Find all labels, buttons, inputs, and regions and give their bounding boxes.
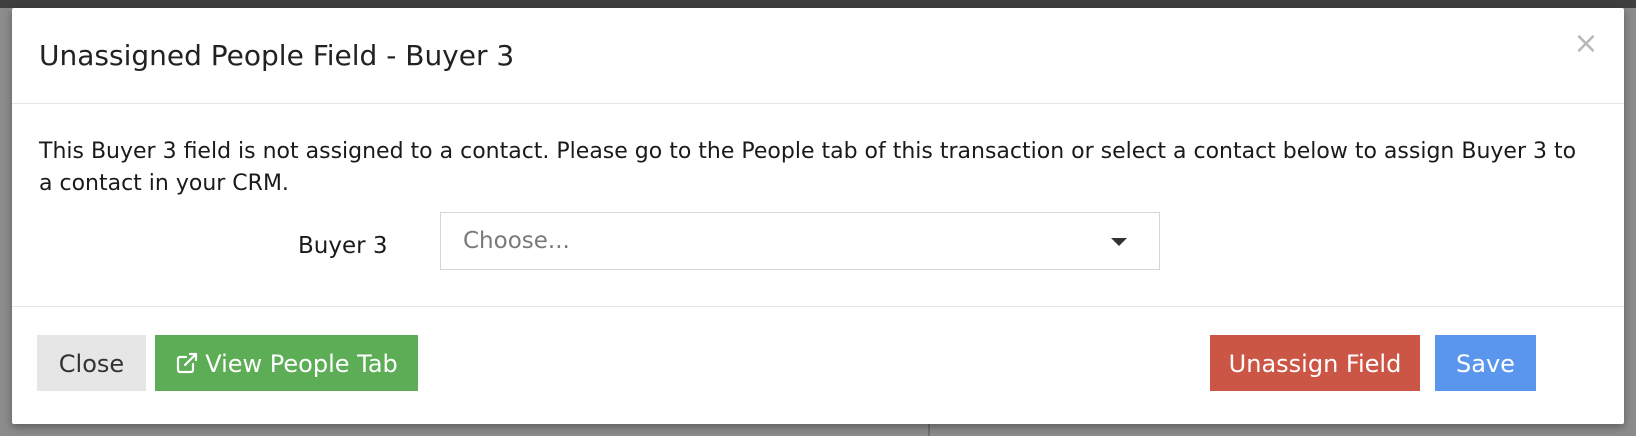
contact-select-value: Choose... [463, 228, 570, 254]
buyer-field-label: Buyer 3 [298, 233, 388, 259]
unassign-field-button[interactable]: Unassign Field [1210, 335, 1420, 391]
view-people-tab-label: View People Tab [205, 350, 398, 378]
unassign-field-label: Unassign Field [1228, 350, 1402, 378]
modal-body: This Buyer 3 field is not assigned to a … [12, 104, 1624, 307]
view-people-tab-button[interactable]: View People Tab [155, 335, 418, 391]
save-button-label: Save [1456, 350, 1515, 378]
background-topbar [0, 0, 1636, 8]
close-button-label: Close [58, 350, 125, 378]
caret-down-icon [1111, 238, 1127, 246]
external-link-icon [177, 352, 198, 374]
contact-select[interactable]: Choose... [440, 212, 1160, 270]
modal-header: Unassigned People Field - Buyer 3 × [12, 8, 1624, 104]
close-button[interactable]: Close [37, 335, 146, 391]
unassigned-message: This Buyer 3 field is not assigned to a … [39, 139, 1577, 196]
close-icon[interactable]: × [1570, 28, 1602, 60]
modal-title: Unassigned People Field - Buyer 3 [39, 39, 515, 72]
unassigned-people-field-modal: Unassigned People Field - Buyer 3 × This… [12, 8, 1624, 424]
modal-footer: Close View People Tab Unassign Field Sav… [12, 307, 1624, 424]
save-button[interactable]: Save [1435, 335, 1536, 391]
